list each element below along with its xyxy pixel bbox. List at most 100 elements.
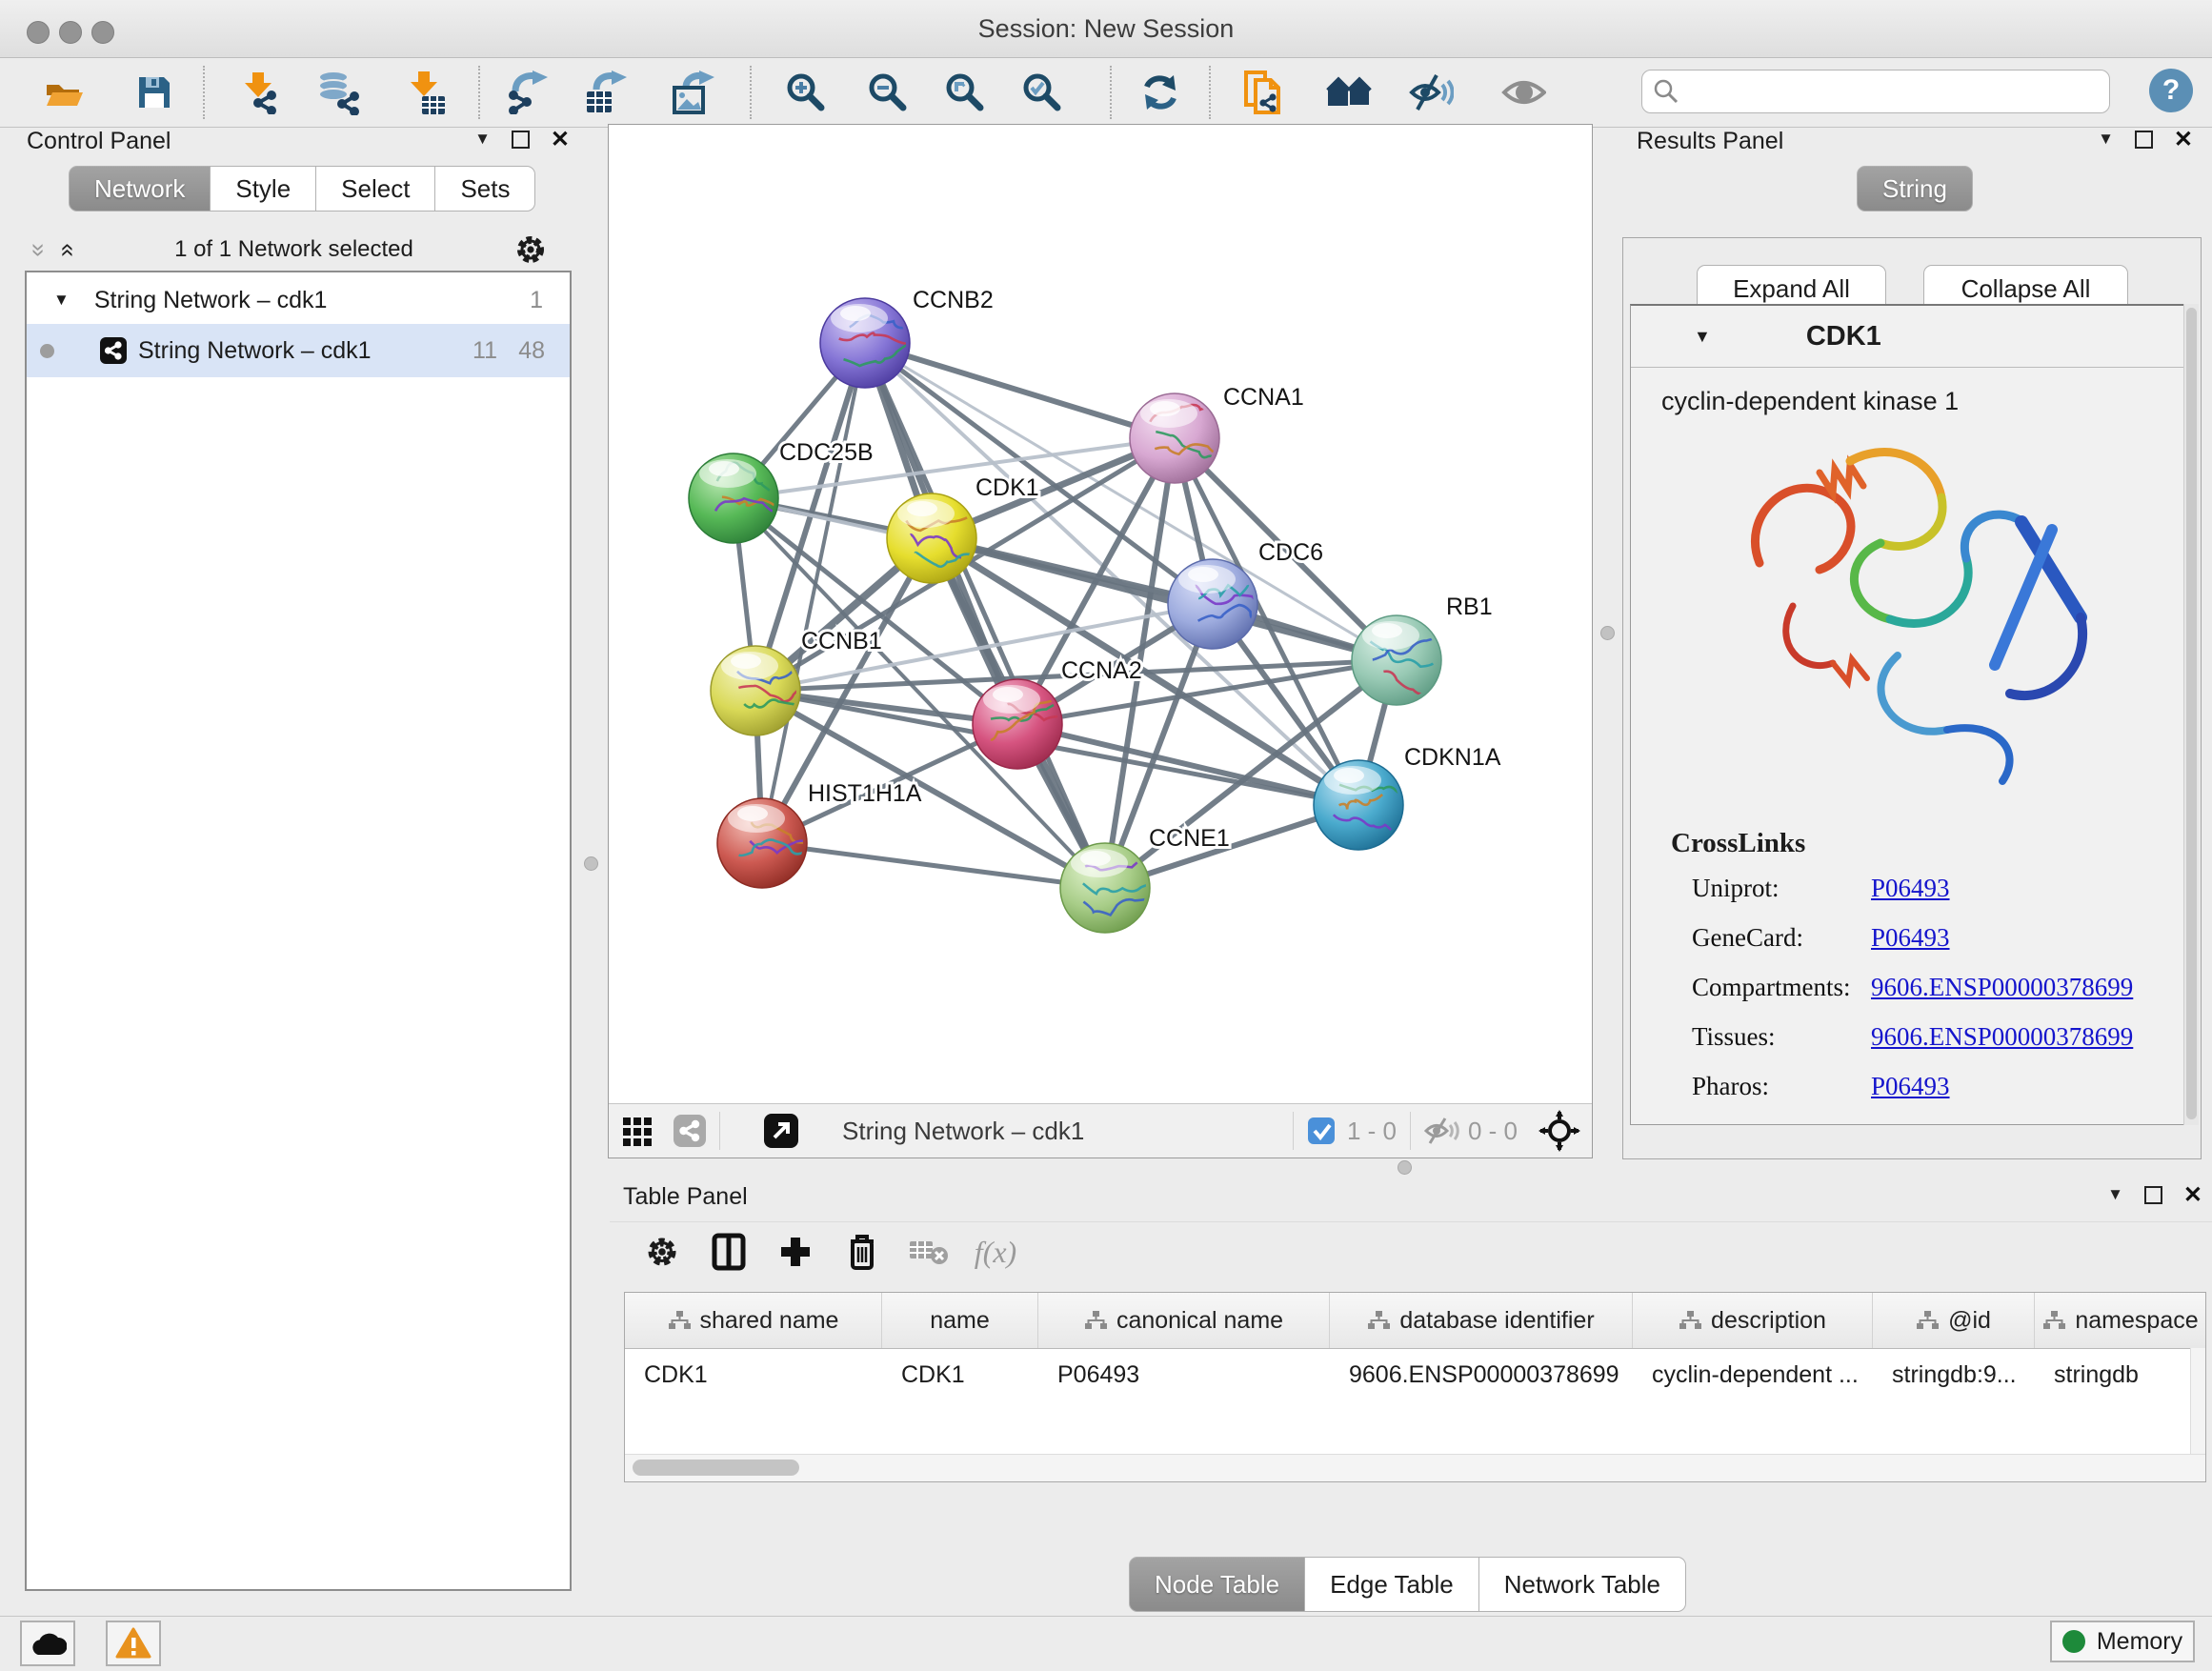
node-label-cdkn1a: CDKN1A	[1404, 744, 1501, 771]
table-vscrollbar[interactable]	[2190, 1348, 2205, 1455]
panel-float-icon[interactable]: ▼	[474, 130, 491, 149]
clone-network-icon[interactable]	[1241, 70, 1287, 115]
show-columns-icon[interactable]	[695, 1233, 762, 1271]
tab-network[interactable]: Network	[69, 166, 211, 211]
selected-nodes-checkbox-icon[interactable]	[1307, 1117, 1336, 1145]
network-status-dot	[40, 344, 54, 358]
table-cell[interactable]: cyclin-dependent ...	[1633, 1349, 1873, 1400]
table-cell[interactable]: CDK1	[625, 1349, 882, 1400]
cloud-status-button[interactable]	[20, 1621, 75, 1666]
crosslink-link[interactable]: 9606.ENSP00000378699	[1871, 1022, 2133, 1052]
column-header-id[interactable]: @id	[1873, 1293, 2035, 1348]
panel-close-icon[interactable]: ✕	[551, 132, 570, 147]
panel-close-icon[interactable]: ✕	[2174, 132, 2193, 147]
refresh-icon[interactable]	[1137, 70, 1183, 115]
delete-column-icon[interactable]	[829, 1232, 895, 1272]
table-row[interactable]: CDK1CDK1P064939606.ENSP00000378699cyclin…	[625, 1349, 2205, 1400]
protein-node-ccna2[interactable]	[973, 679, 1069, 769]
network-share-icon	[100, 337, 127, 364]
open-file-icon[interactable]	[42, 70, 88, 115]
right-splitter-handle[interactable]	[1600, 626, 1615, 640]
table-cell[interactable]: 9606.ENSP00000378699	[1330, 1349, 1633, 1400]
panel-close-icon[interactable]: ✕	[2183, 1188, 2202, 1202]
help-icon[interactable]: ?	[2149, 69, 2193, 112]
export-table-icon[interactable]	[583, 70, 629, 115]
crosslink-link[interactable]: P06493	[1871, 1072, 1950, 1101]
table-cell[interactable]: P06493	[1038, 1349, 1330, 1400]
collection-collapse-icon[interactable]: ▼	[53, 291, 70, 310]
column-header-sharedname[interactable]: shared name	[625, 1293, 882, 1348]
crosslink-link[interactable]: 9606.ENSP00000378699	[1871, 973, 2133, 1002]
tab-network-table[interactable]: Network Table	[1479, 1557, 1686, 1612]
results-scrollbar[interactable]	[2183, 304, 2199, 1125]
protein-node-cdk1[interactable]	[887, 493, 983, 583]
table-options-gear-icon[interactable]	[629, 1235, 695, 1269]
crosslink-link[interactable]: P06493	[1871, 923, 1950, 953]
memory-button[interactable]: Memory	[2050, 1621, 2195, 1662]
crosslink-link[interactable]: P06493	[1871, 874, 1950, 903]
crosslinks-title: CrossLinks	[1671, 828, 1805, 859]
panel-undock-icon[interactable]	[2135, 131, 2153, 149]
table-hscrollbar[interactable]	[625, 1454, 2205, 1481]
hide-selected-icon[interactable]	[1408, 70, 1454, 115]
protein-node-rb1[interactable]	[1352, 615, 1447, 705]
main-toolbar: ?	[0, 58, 2212, 128]
zoom-selected-icon[interactable]	[1019, 70, 1065, 115]
network-options-gear-icon[interactable]	[514, 233, 547, 266]
show-all-icon[interactable]	[1326, 70, 1372, 115]
zoom-in-icon[interactable]	[783, 70, 829, 115]
left-splitter-handle[interactable]	[584, 856, 598, 871]
panel-undock-icon[interactable]	[512, 131, 530, 149]
protein-node-cdc6[interactable]	[1168, 559, 1259, 649]
crosslinks-list: Uniprot:P06493GeneCard:P06493Compartment…	[1692, 874, 2174, 1121]
grid-view-icon[interactable]	[622, 1115, 654, 1147]
column-header-description[interactable]: description	[1633, 1293, 1873, 1348]
search-input[interactable]	[1641, 70, 2110, 113]
column-header-namespace[interactable]: namespace	[2035, 1293, 2206, 1348]
panel-undock-icon[interactable]	[2144, 1186, 2162, 1204]
panel-float-icon[interactable]: ▼	[2098, 130, 2114, 149]
horizontal-splitter-handle[interactable]	[1398, 1160, 1412, 1175]
network-collection-row[interactable]: ▼ String Network – cdk1 1	[27, 276, 570, 324]
save-session-icon[interactable]	[131, 70, 177, 115]
open-in-new-window-icon[interactable]	[764, 1114, 798, 1148]
import-table-icon[interactable]	[402, 70, 448, 115]
expand-all-networks-icon[interactable]: »	[51, 243, 81, 256]
node-label-cdc6: CDC6	[1258, 539, 1323, 566]
birds-eye-navigator-icon[interactable]	[1538, 1110, 1580, 1152]
table-panel: Table Panel ▼ ✕ f(x) shared namenamecano…	[610, 1179, 2212, 1557]
zoom-fit-icon[interactable]	[942, 70, 988, 115]
create-column-icon[interactable]	[762, 1234, 829, 1270]
tab-sets[interactable]: Sets	[435, 166, 535, 211]
control-panel-title: Control Panel	[27, 128, 171, 155]
tab-node-table[interactable]: Node Table	[1129, 1557, 1305, 1612]
network-share-view-icon[interactable]	[674, 1115, 706, 1147]
table-cell[interactable]: stringdb	[2035, 1349, 2206, 1400]
export-image-icon[interactable]	[671, 70, 716, 115]
export-network-icon[interactable]	[505, 70, 551, 115]
table-toolbar: f(x)	[610, 1221, 2212, 1281]
tab-style[interactable]: Style	[211, 166, 316, 211]
column-header-canonicalname[interactable]: canonical name	[1038, 1293, 1330, 1348]
import-network-icon[interactable]	[236, 70, 282, 115]
import-network-from-database-icon[interactable]	[316, 70, 362, 115]
tab-string[interactable]: String	[1857, 166, 1973, 211]
column-header-name[interactable]: name	[882, 1293, 1038, 1348]
table-cell[interactable]: CDK1	[882, 1349, 1038, 1400]
protein-node-cdkn1a[interactable]	[1314, 760, 1413, 850]
protein-collapse-icon[interactable]: ▼	[1694, 327, 1711, 347]
tab-select[interactable]: Select	[316, 166, 435, 211]
column-header-databaseidentifier[interactable]: database identifier	[1330, 1293, 1633, 1348]
network-row-selected[interactable]: String Network – cdk1 11 48	[27, 324, 570, 377]
toolbar-separator	[203, 66, 205, 119]
zoom-out-icon[interactable]	[865, 70, 911, 115]
protein-node-cdc25b[interactable]	[689, 453, 794, 543]
show-selected-icon[interactable]	[1500, 70, 1546, 115]
protein-node-hist1h1a[interactable]	[717, 798, 816, 888]
network-canvas[interactable]: CCNB2CCNA1CDC25BCDK1CDC6RB1CCNB1CCNA2CDK…	[609, 125, 1592, 1104]
panel-float-icon[interactable]: ▼	[2107, 1185, 2123, 1204]
collapse-all-networks-icon[interactable]: »	[25, 243, 54, 256]
warning-status-button[interactable]	[106, 1621, 161, 1666]
tab-edge-table[interactable]: Edge Table	[1305, 1557, 1479, 1612]
table-cell[interactable]: stringdb:9...	[1873, 1349, 2035, 1400]
